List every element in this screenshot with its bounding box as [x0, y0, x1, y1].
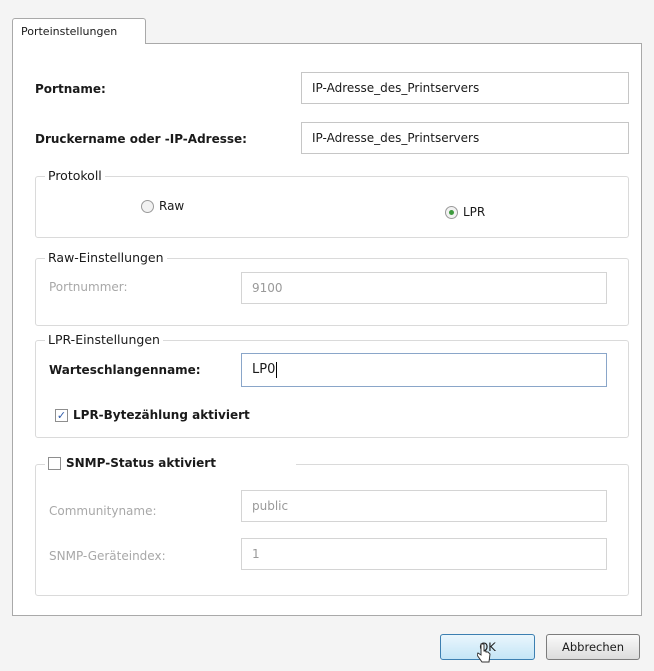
queue-name-value: LP0 [252, 362, 276, 377]
protocol-group [35, 176, 629, 238]
snmp-legend: SNMP-Status aktiviert [45, 455, 296, 470]
tab-port-settings[interactable]: Porteinstellungen [12, 18, 146, 44]
snmp-group [35, 464, 629, 596]
lpr-byte-count-checkbox[interactable]: ✓ [55, 409, 68, 422]
lpr-radio-label[interactable]: LPR [463, 205, 485, 219]
text-caret [276, 361, 278, 378]
snmp-status-checkbox[interactable] [48, 457, 61, 470]
port-number-label: Portnummer: [49, 280, 128, 294]
printer-address-field[interactable]: IP-Adresse_des_Printservers [301, 122, 629, 154]
queue-name-label: Warteschlangenname: [49, 363, 201, 377]
port-settings-dialog: Porteinstellungen Portname: IP-Adresse_d… [0, 0, 654, 671]
portname-field[interactable]: IP-Adresse_des_Printservers [301, 72, 629, 104]
printer-name-label: Druckername oder -IP-Adresse: [35, 132, 247, 146]
community-name-field[interactable]: public [241, 490, 607, 522]
community-name-label: Communityname: [49, 504, 157, 518]
mouse-pointer-icon [477, 643, 491, 663]
snmp-device-index-field[interactable]: 1 [241, 538, 607, 570]
lpr-settings-legend: LPR-Einstellungen [45, 332, 163, 347]
cancel-button[interactable]: Abbrechen [546, 634, 640, 660]
snmp-status-label[interactable]: SNMP-Status aktiviert [66, 456, 216, 470]
port-number-field[interactable]: 9100 [241, 272, 607, 304]
protocol-legend: Protokoll [45, 168, 105, 183]
lpr-radio[interactable] [445, 206, 458, 219]
queue-name-field[interactable]: LP0 [241, 353, 607, 387]
raw-settings-legend: Raw-Einstellungen [45, 250, 167, 265]
raw-radio-label[interactable]: Raw [159, 199, 184, 213]
tab-panel: Portname: IP-Adresse_des_Printservers Dr… [12, 43, 642, 616]
portname-label: Portname: [35, 82, 106, 96]
snmp-device-index-label: SNMP-Geräteindex: [49, 549, 166, 563]
raw-radio[interactable] [141, 200, 154, 213]
lpr-byte-count-label[interactable]: LPR-Bytezählung aktiviert [73, 408, 250, 422]
